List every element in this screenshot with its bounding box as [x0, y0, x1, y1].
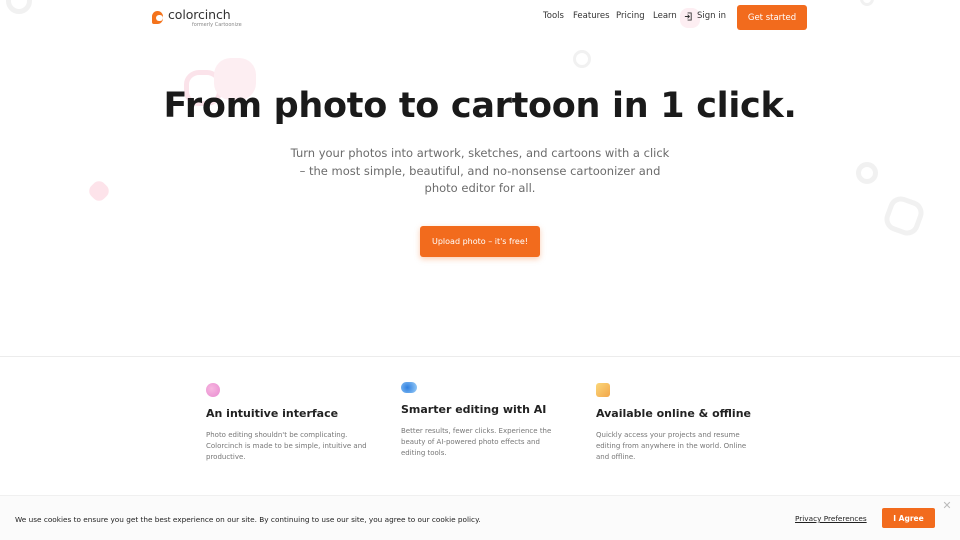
site-header: colorcinch formerly Cartoonize Tools Fea…: [0, 0, 960, 36]
decorative-ring: [856, 162, 878, 184]
feature-description: Better results, fewer clicks. Experience…: [401, 427, 552, 457]
feature-description: Quickly access your projects and resume …: [596, 431, 747, 461]
brand-name: colorcinch: [168, 7, 231, 22]
nav-item-tools[interactable]: Tools: [543, 11, 564, 21]
decorative-ring: [880, 192, 928, 240]
upload-photo-button[interactable]: Upload photo – it's free!: [420, 226, 540, 257]
colorcinch-logo-icon: [152, 11, 165, 24]
palette-blob-icon: [206, 383, 220, 397]
feature-smarter-editing: Smarter editing with AI Better results, …: [401, 382, 566, 459]
decorative-ring: [573, 50, 591, 68]
decorative-heart: [86, 178, 112, 204]
brand-logo[interactable]: colorcinch formerly Cartoonize: [152, 7, 242, 28]
sign-in-link[interactable]: Sign in: [684, 11, 726, 21]
feature-title: Available online & offline: [596, 407, 751, 420]
section-divider: [0, 356, 960, 357]
close-icon[interactable]: ✕: [941, 500, 953, 512]
nav-item-features[interactable]: Features: [573, 11, 610, 21]
feature-description: Photo editing shouldn't be complicating.…: [206, 431, 367, 461]
get-started-button[interactable]: Get started: [737, 5, 807, 30]
cookie-message: We use cookies to ensure you get the bes…: [15, 515, 481, 524]
hero-title: From photo to cartoon in 1 click.: [163, 86, 797, 126]
sign-in-label: Sign in: [697, 11, 726, 21]
nav-item-pricing[interactable]: Pricing: [616, 11, 645, 21]
sign-in-icon: [684, 11, 692, 21]
feature-intuitive-interface: An intuitive interface Photo editing sho…: [206, 383, 371, 463]
feature-title: Smarter editing with AI: [401, 403, 547, 416]
nav-item-learn[interactable]: Learn: [653, 11, 677, 21]
privacy-preferences-link[interactable]: Privacy Preferences: [795, 514, 867, 523]
online-offline-icon: [596, 383, 610, 397]
brand-tagline: formerly Cartoonize: [192, 21, 242, 28]
feature-title: An intuitive interface: [206, 407, 339, 420]
ai-spark-icon: [401, 382, 417, 393]
hero-subtitle: Turn your photos into artwork, sketches,…: [290, 146, 670, 195]
cookie-banner: We use cookies to ensure you get the bes…: [0, 495, 960, 540]
feature-online-offline: Available online & offline Quickly acces…: [596, 383, 761, 463]
agree-button[interactable]: I Agree: [882, 508, 935, 528]
